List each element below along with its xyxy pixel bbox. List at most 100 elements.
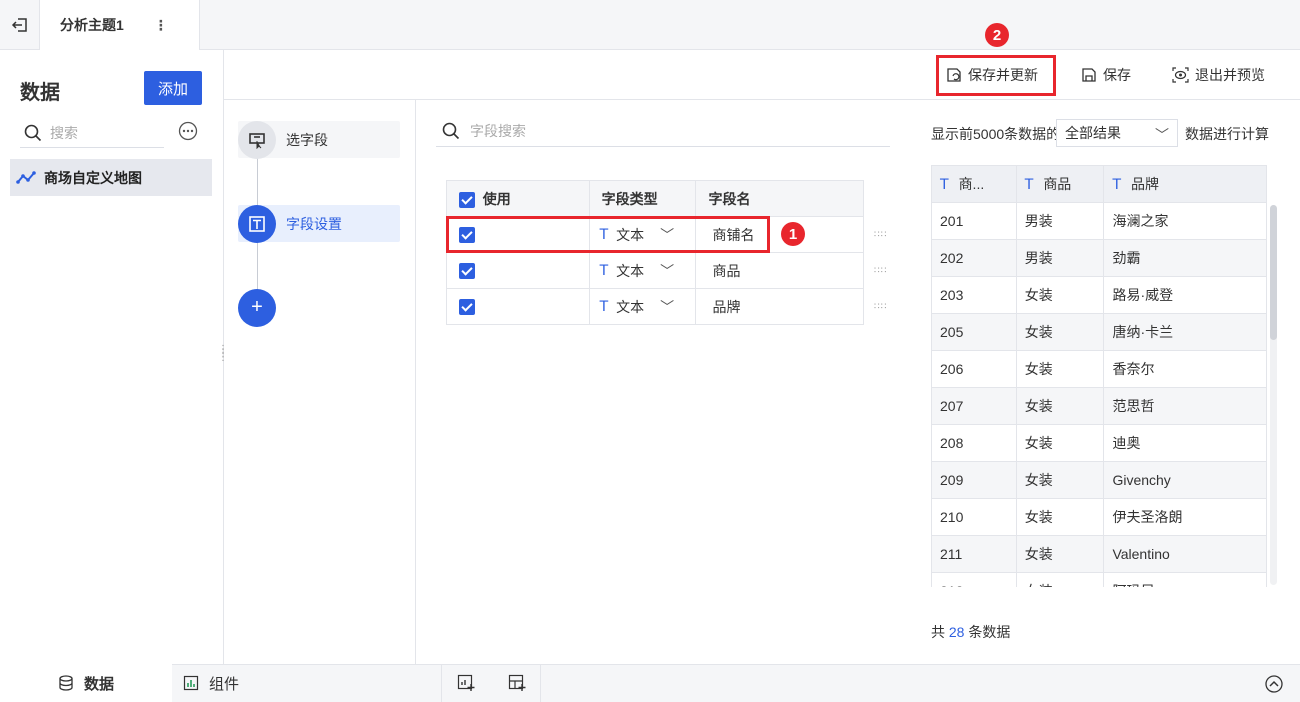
save-button[interactable]: 保存: [1081, 65, 1131, 85]
table-cell: 男装: [1015, 239, 1105, 277]
chevron-down-icon: ﹀: [660, 262, 675, 279]
step-select-fields[interactable]: 选字段: [238, 120, 400, 159]
save-icon: [1082, 68, 1096, 82]
text-type-icon: T: [599, 298, 609, 315]
field-name-cell[interactable]: 商品: [695, 252, 864, 289]
text-type-icon: T: [1024, 177, 1034, 193]
field-settings-icon: [238, 204, 276, 243]
field-name-cell[interactable]: 品牌: [695, 288, 864, 325]
tab-components[interactable]: 组件: [183, 664, 239, 702]
back-button[interactable]: [0, 0, 40, 50]
table-cell: 阿玛尼: [1103, 572, 1267, 587]
preview-header-cell[interactable]: T 商...: [931, 165, 1017, 203]
tab-title: 分析主题1: [60, 17, 124, 33]
tab-data[interactable]: 数据: [0, 664, 172, 702]
preview-table: T 商... T 商品 T 品牌 201 男装 海澜之家 202 男装 劲霸 203 女装 路易·威登…: [931, 165, 1267, 587]
divider: [441, 664, 442, 702]
highlight-box-save-update: [936, 55, 1056, 96]
table-cell: 206: [931, 350, 1017, 388]
add-step-button[interactable]: +: [238, 288, 400, 327]
table-cell: 女装: [1015, 387, 1105, 425]
table-cell: 201: [931, 202, 1017, 240]
select-all-checkbox[interactable]: [459, 191, 475, 208]
text-type-icon: T: [940, 177, 949, 193]
table-cell: 208: [931, 424, 1017, 462]
field-type-select[interactable]: T 文本 ﹀: [588, 252, 697, 289]
use-checkbox[interactable]: [459, 263, 475, 280]
select-field-icon: [238, 120, 276, 159]
data-search-input[interactable]: 搜索: [20, 118, 164, 148]
table-cell: Valentino: [1103, 535, 1267, 573]
table-row: 206 女装 香奈尔: [931, 350, 1267, 388]
data-panel-title: 数据: [20, 82, 60, 104]
drag-handle-icon[interactable]: ∷∷: [874, 265, 887, 276]
table-row: 210 女装 伊夫圣洛朗: [931, 498, 1267, 536]
step-badge-2: 2: [985, 23, 1009, 47]
preview-header-cell[interactable]: T 品牌: [1103, 165, 1267, 203]
step-badge-1: 1: [781, 222, 805, 246]
table-cell: 女装: [1015, 424, 1105, 462]
row-count: 共 28 条数据: [931, 624, 1011, 640]
database-icon: [59, 675, 73, 691]
table-cell: 范思哲: [1103, 387, 1267, 425]
tab-analysis-theme[interactable]: 分析主题1 ⋮: [40, 0, 200, 50]
table-row: 202 男装 劲霸: [931, 239, 1267, 277]
step-field-settings[interactable]: 字段设置: [238, 204, 400, 243]
table-cell: 海澜之家: [1103, 202, 1267, 240]
step-connector: [257, 242, 258, 290]
step-connector: [257, 158, 258, 206]
field-search-input[interactable]: 字段搜索: [436, 115, 890, 147]
table-cell: 209: [931, 461, 1017, 499]
table-cell: 女装: [1015, 572, 1105, 587]
header-name: 字段名: [695, 180, 864, 217]
plus-icon: +: [238, 288, 276, 327]
search-icon: [442, 122, 460, 139]
table-row: 209 女装 Givenchy: [931, 461, 1267, 499]
add-component-icon[interactable]: [457, 674, 475, 695]
header-use: 使用: [446, 180, 590, 217]
table-cell: 女装: [1015, 350, 1105, 388]
chevron-down-icon: ﹀: [660, 298, 675, 315]
divider: [540, 664, 541, 702]
preview-header-cell[interactable]: T 商品: [1015, 165, 1105, 203]
table-cell: 女装: [1015, 313, 1105, 351]
more-icon[interactable]: ⋮: [154, 17, 168, 34]
drag-handle-icon[interactable]: ∷∷: [874, 229, 887, 240]
highlight-box-field-row: [446, 216, 770, 253]
exit-and-preview-button[interactable]: 退出并预览: [1172, 65, 1265, 85]
drag-handle-icon[interactable]: ∷∷: [874, 301, 887, 312]
add-data-button[interactable]: 添加: [144, 71, 202, 105]
dataset-item[interactable]: 商场自定义地图: [10, 159, 212, 196]
add-dashboard-icon[interactable]: [508, 674, 526, 695]
chevron-down-icon: ﹀: [1155, 127, 1169, 143]
table-cell: 202: [931, 239, 1017, 277]
preview-scrollbar-thumb[interactable]: [1270, 205, 1277, 340]
field-type-select[interactable]: T 文本 ﹀: [588, 288, 697, 325]
text-type-icon: T: [599, 262, 609, 279]
table-cell: 女装: [1015, 461, 1105, 499]
table-cell: 207: [931, 387, 1017, 425]
collapse-up-icon[interactable]: [1265, 675, 1283, 696]
table-row: 211 女装 Valentino: [931, 535, 1267, 573]
table-cell: 210: [931, 498, 1017, 536]
table-row: 207 女装 范思哲: [931, 387, 1267, 425]
preview-table-viewport: T 商... T 商品 T 品牌 201 男装 海澜之家 202 男装 劲霸 203 女装 路易·威登…: [931, 165, 1268, 587]
bar-chart-icon: [183, 675, 199, 691]
use-checkbox[interactable]: [459, 299, 475, 316]
more-options-icon[interactable]: [178, 121, 198, 144]
table-row: 203 女装 路易·威登: [931, 276, 1267, 314]
preview-header-row: T 商... T 商品 T 品牌: [931, 165, 1267, 203]
table-cell: 女装: [1015, 535, 1105, 573]
table-row: T 文本 ﹀ 商品: [446, 252, 864, 289]
table-cell: 女装: [1015, 276, 1105, 314]
table-cell: 212: [931, 572, 1017, 587]
table-cell: 香奈尔: [1103, 350, 1267, 388]
table-row: 201 男装 海澜之家: [931, 202, 1267, 240]
toolbar: [224, 50, 1300, 100]
preview-icon: [1172, 67, 1189, 83]
table-row: T 文本 ﹀ 品牌: [446, 288, 864, 325]
scope-select[interactable]: 全部结果 ﹀: [1056, 119, 1178, 147]
table-cell: 女装: [1015, 498, 1105, 536]
table-cell: Givenchy: [1103, 461, 1267, 499]
table-cell: 211: [931, 535, 1017, 573]
